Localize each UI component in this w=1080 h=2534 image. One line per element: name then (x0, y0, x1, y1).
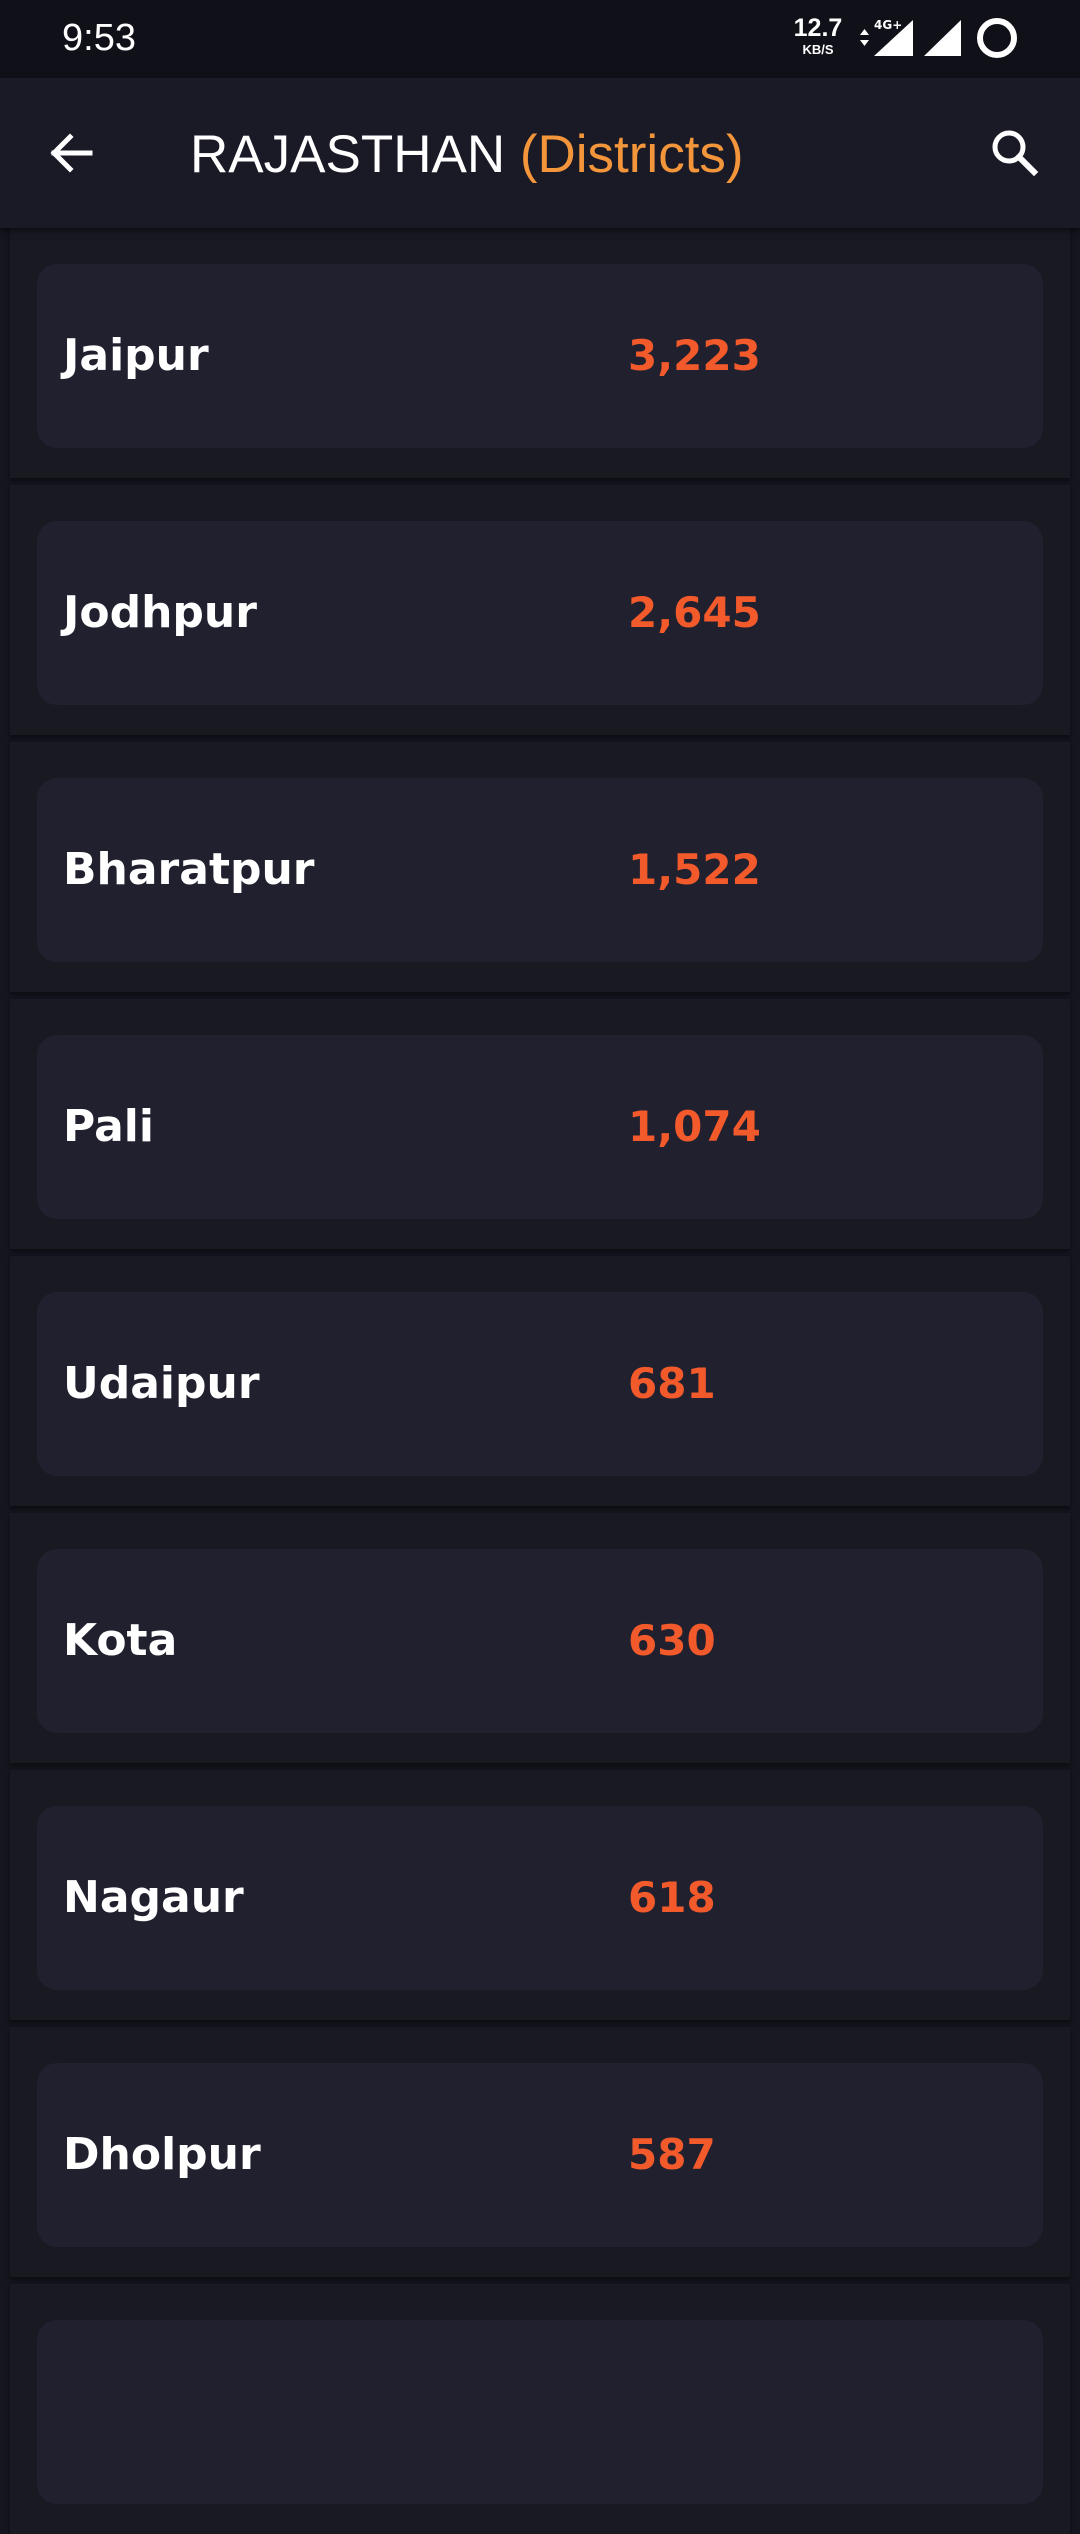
network-speed: 12.7 KB/S (790, 14, 846, 57)
district-count: 3,223 (628, 331, 761, 380)
district-row[interactable]: Kota 630 (10, 1513, 1070, 1763)
battery-ring-icon (977, 18, 1017, 58)
page-title-subtitle: (Districts) (519, 125, 744, 184)
district-count: 618 (628, 1873, 716, 1922)
network-speed-unit: KB/S (802, 42, 834, 57)
district-row[interactable]: Udaipur 681 (10, 1256, 1070, 1506)
district-card[interactable]: Pali 1,074 (37, 1035, 1043, 1219)
district-count: 587 (628, 2130, 716, 2179)
district-card[interactable]: Dholpur 587 (37, 2063, 1043, 2247)
district-card[interactable]: Jaipur 3,223 (37, 264, 1043, 448)
district-row[interactable]: Jaipur 3,223 (10, 228, 1070, 478)
district-card[interactable]: Jodhpur 2,645 (37, 521, 1043, 705)
page-title: RAJASTHAN (Districts) (190, 124, 744, 186)
district-row[interactable]: Pali 1,074 (10, 999, 1070, 1249)
district-name: Jaipur (63, 330, 209, 381)
district-count: 1,522 (628, 845, 761, 894)
status-icons: 4G+ (860, 18, 1017, 58)
app-bar: RAJASTHAN (Districts) (0, 78, 1080, 228)
network-type-label: 4G+ (874, 18, 902, 32)
district-card[interactable]: Bharatpur 1,522 (37, 778, 1043, 962)
district-card[interactable]: Nagaur 618 (37, 1806, 1043, 1990)
district-count: 1,074 (628, 1102, 761, 1151)
district-name: Dholpur (63, 2129, 261, 2180)
status-bar: 9:53 12.7 KB/S 4G+ (0, 0, 1080, 78)
district-card[interactable] (37, 2320, 1043, 2504)
district-name: Udaipur (63, 1358, 260, 1409)
signal-icon (924, 20, 961, 56)
district-name: Kota (63, 1615, 178, 1666)
district-row[interactable] (10, 2284, 1070, 2534)
district-name: Jodhpur (63, 587, 257, 638)
district-name: Pali (63, 1101, 154, 1152)
data-arrows-icon (860, 29, 869, 46)
district-row[interactable]: Dholpur 587 (10, 2027, 1070, 2277)
district-card[interactable]: Udaipur 681 (37, 1292, 1043, 1476)
network-speed-value: 12.7 (793, 14, 843, 42)
district-count: 681 (628, 1359, 716, 1408)
district-name: Nagaur (63, 1872, 244, 1923)
search-icon[interactable] (982, 120, 1048, 186)
page-title-state: RAJASTHAN (190, 125, 506, 184)
arrow-back-icon[interactable] (40, 120, 106, 186)
district-row[interactable]: Bharatpur 1,522 (10, 742, 1070, 992)
district-row[interactable]: Jodhpur 2,645 (10, 485, 1070, 735)
district-name: Bharatpur (63, 844, 315, 895)
status-time: 9:53 (62, 17, 136, 59)
district-count: 630 (628, 1616, 716, 1665)
signal-4g-icon: 4G+ (874, 18, 913, 56)
district-card[interactable]: Kota 630 (37, 1549, 1043, 1733)
district-row[interactable]: Nagaur 618 (10, 1770, 1070, 2020)
district-count: 2,645 (628, 588, 761, 637)
